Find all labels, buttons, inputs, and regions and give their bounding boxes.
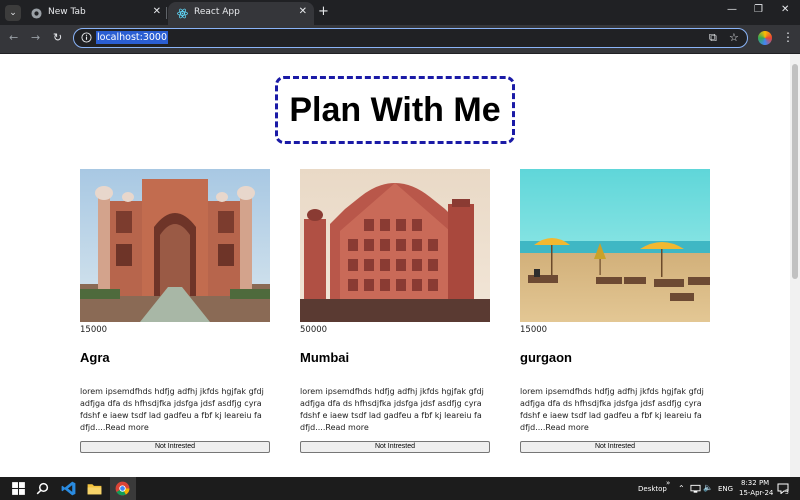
browser-tab-strip: ⌄ New Tab ✕ React App ✕ + — ❐ ✕ [0, 0, 800, 25]
not-interested-button[interactable]: Not Intrested [520, 441, 710, 453]
close-tab-icon[interactable]: ✕ [299, 6, 307, 17]
card-description: lorem ipsemdfhds hdfjg adfhj jkfds hgjfa… [300, 386, 490, 434]
card-price: 15000 [520, 325, 548, 335]
hidden-icons-chevron-icon[interactable]: ⌃ [678, 484, 685, 493]
agra-gate-photo [80, 169, 270, 322]
page-heading-box: Plan With Me [275, 76, 515, 144]
card-price: 50000 [300, 325, 328, 335]
chrome-icon[interactable] [114, 480, 131, 497]
tab-title: New Tab [48, 7, 86, 17]
close-tab-icon[interactable]: ✕ [153, 6, 161, 17]
card-description: lorem ipsemdfhds hdfjg adfhj jkfds hgjfa… [520, 386, 710, 434]
browser-toolbar: ← → ↻ localhost:3000 ⧉ ☆ ⋮ [0, 25, 800, 54]
beach-photo [520, 169, 710, 322]
vscode-icon[interactable] [60, 480, 77, 497]
page-scrollbar[interactable] [790, 54, 800, 477]
forward-icon[interactable]: → [31, 31, 40, 44]
card-city: Mumbai [300, 350, 350, 365]
chrome-icon [31, 8, 42, 19]
card-city: gurgaon [520, 350, 572, 365]
tour-card: 15000 Agra lorem ipsemdfhds hdfjg adfhj … [80, 169, 271, 453]
tab-new-tab[interactable]: New Tab ✕ [22, 2, 168, 25]
windows-taskbar: Desktop » ⌃ 🔈 ENG 8:32 PM 15-Apr-24 5 [0, 477, 800, 500]
react-icon [177, 8, 188, 19]
new-tab-button[interactable]: + [318, 4, 329, 19]
address-bar[interactable]: localhost:3000 ⧉ ☆ [73, 28, 748, 48]
windows-start-icon[interactable] [10, 480, 27, 497]
clock-date[interactable]: 15-Apr-24 [739, 489, 773, 497]
volume-icon[interactable]: 🔈 [703, 483, 713, 492]
url-text[interactable]: localhost:3000 [96, 31, 169, 44]
not-interested-button[interactable]: Not Intrested [300, 441, 490, 453]
language-indicator[interactable]: ENG [718, 485, 733, 493]
minimize-icon[interactable]: — [727, 4, 737, 15]
tab-react-app[interactable]: React App ✕ [168, 2, 314, 25]
site-info-icon[interactable] [81, 32, 92, 43]
tour-card: 15000 gurgaon lorem ipsemdfhds hdfjg adf… [520, 169, 711, 453]
network-icon[interactable] [690, 484, 701, 494]
profile-avatar-icon[interactable] [758, 31, 772, 45]
search-icon[interactable] [34, 480, 51, 497]
file-explorer-icon[interactable] [86, 480, 103, 497]
card-price: 15000 [80, 325, 108, 335]
read-more-link[interactable]: Read more [325, 423, 368, 432]
restore-icon[interactable]: ❐ [754, 4, 763, 15]
cast-icon[interactable]: ⧉ [709, 31, 717, 45]
menu-kebab-icon[interactable]: ⋮ [782, 30, 794, 44]
read-more-link[interactable]: Read more [545, 423, 588, 432]
palace-photo [300, 169, 490, 322]
bookmark-star-icon[interactable]: ☆ [729, 31, 739, 44]
page-viewport: Plan With Me 15000 Agra lorem ipsemdfhds… [0, 54, 790, 477]
tour-card: 50000 Mumbai lorem ipsemdfhds hdfjg adfh… [300, 169, 491, 453]
desktop-toolbar-label[interactable]: Desktop [638, 485, 667, 493]
tab-divider [166, 7, 167, 19]
close-window-icon[interactable]: ✕ [781, 4, 789, 15]
card-city: Agra [80, 350, 110, 365]
toolbar-expand-icon[interactable]: » [666, 479, 670, 487]
reload-icon[interactable]: ↻ [53, 31, 62, 44]
back-icon[interactable]: ← [9, 31, 18, 44]
clock-time[interactable]: 8:32 PM [741, 479, 769, 487]
notification-count-badge: 5 [785, 489, 789, 496]
read-more-link[interactable]: Read more [105, 423, 148, 432]
not-interested-button[interactable]: Not Intrested [80, 441, 270, 453]
tab-search-chevron-icon[interactable]: ⌄ [5, 5, 21, 21]
scrollbar-thumb[interactable] [792, 64, 798, 279]
tab-title: React App [194, 7, 240, 17]
card-description: lorem ipsemdfhds hdfjg adfhj jkfds hgjfa… [80, 386, 270, 434]
page-title: Plan With Me [289, 91, 501, 129]
